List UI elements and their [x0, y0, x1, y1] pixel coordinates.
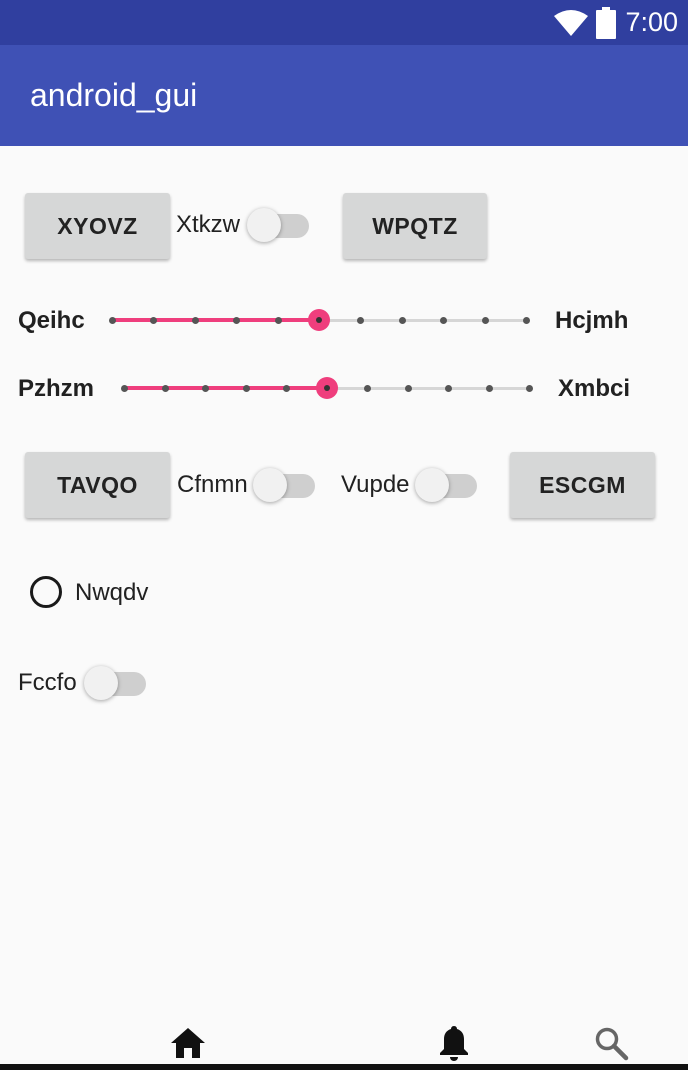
fccfo-switch[interactable]: [84, 662, 146, 702]
wifi-icon: [554, 9, 589, 36]
pzhzm-slider[interactable]: [121, 368, 533, 408]
xyovz-button[interactable]: XYOVZ: [25, 193, 170, 259]
vupde-switch[interactable]: [415, 464, 477, 504]
cfnmn-switch[interactable]: [253, 464, 315, 504]
vupde-label: Vupde: [341, 471, 410, 498]
slider-fill: [112, 318, 319, 322]
slider-tick: [150, 317, 158, 324]
slider-tick: [481, 317, 489, 324]
fccfo-label: Fccfo: [18, 669, 77, 696]
slider-thumb[interactable]: [315, 377, 338, 399]
switch-thumb: [247, 208, 281, 242]
slider-tick: [445, 385, 452, 392]
app-title: android_gui: [30, 77, 198, 113]
hcjmh-label: Hcjmh: [555, 307, 629, 334]
battery-icon: [596, 6, 617, 39]
switch-thumb: [84, 666, 118, 700]
qeihc-slider[interactable]: [109, 300, 530, 340]
bell-icon[interactable]: [438, 1024, 470, 1062]
slider-tick: [364, 385, 371, 392]
slider-tick: [485, 385, 493, 392]
status-icons: 7:00: [553, 0, 678, 45]
status-bar: 7:00: [0, 0, 688, 45]
search-icon[interactable]: [594, 1026, 630, 1062]
wpqtz-button[interactable]: WPQTZ: [343, 193, 487, 259]
slider-tick: [233, 317, 241, 324]
nwqdv-radio[interactable]: [30, 576, 62, 608]
slider-tick: [404, 385, 412, 392]
qeihc-label: Qeihc: [18, 307, 85, 334]
xmbci-label: Xmbci: [558, 375, 631, 402]
slider-tick: [202, 385, 209, 392]
slider-tick: [109, 317, 116, 324]
slider-thumb[interactable]: [308, 309, 330, 331]
slider-tick: [161, 385, 169, 392]
slider-fill: [124, 386, 327, 390]
status-time: 7:00: [625, 7, 678, 37]
xtkzw-switch[interactable]: [247, 204, 309, 244]
slider-tick: [523, 317, 530, 324]
slider-tick: [283, 385, 290, 392]
tavqo-button[interactable]: TAVQO: [25, 452, 170, 518]
slider-tick: [242, 385, 250, 392]
switch-thumb: [253, 468, 287, 502]
slider-tick: [526, 385, 533, 392]
slider-tick: [398, 317, 406, 324]
nav-divider: [0, 1064, 688, 1070]
cfnmn-label: Cfnmn: [177, 471, 248, 498]
slider-tick: [274, 317, 282, 324]
home-icon[interactable]: [170, 1026, 206, 1060]
slider-tick: [191, 317, 199, 324]
slider-tick: [440, 317, 448, 324]
slider-tick: [357, 317, 365, 324]
app-bar: android_gui: [0, 45, 688, 146]
nwqdv-label[interactable]: Nwqdv: [75, 579, 148, 607]
slider-tick: [121, 385, 128, 392]
xtkzw-label: Xtkzw: [176, 211, 241, 238]
bottom-navigation: [0, 1010, 688, 1070]
pzhzm-label: Pzhzm: [18, 375, 95, 402]
escgm-button[interactable]: ESCGM: [510, 452, 655, 518]
switch-thumb: [415, 468, 449, 502]
